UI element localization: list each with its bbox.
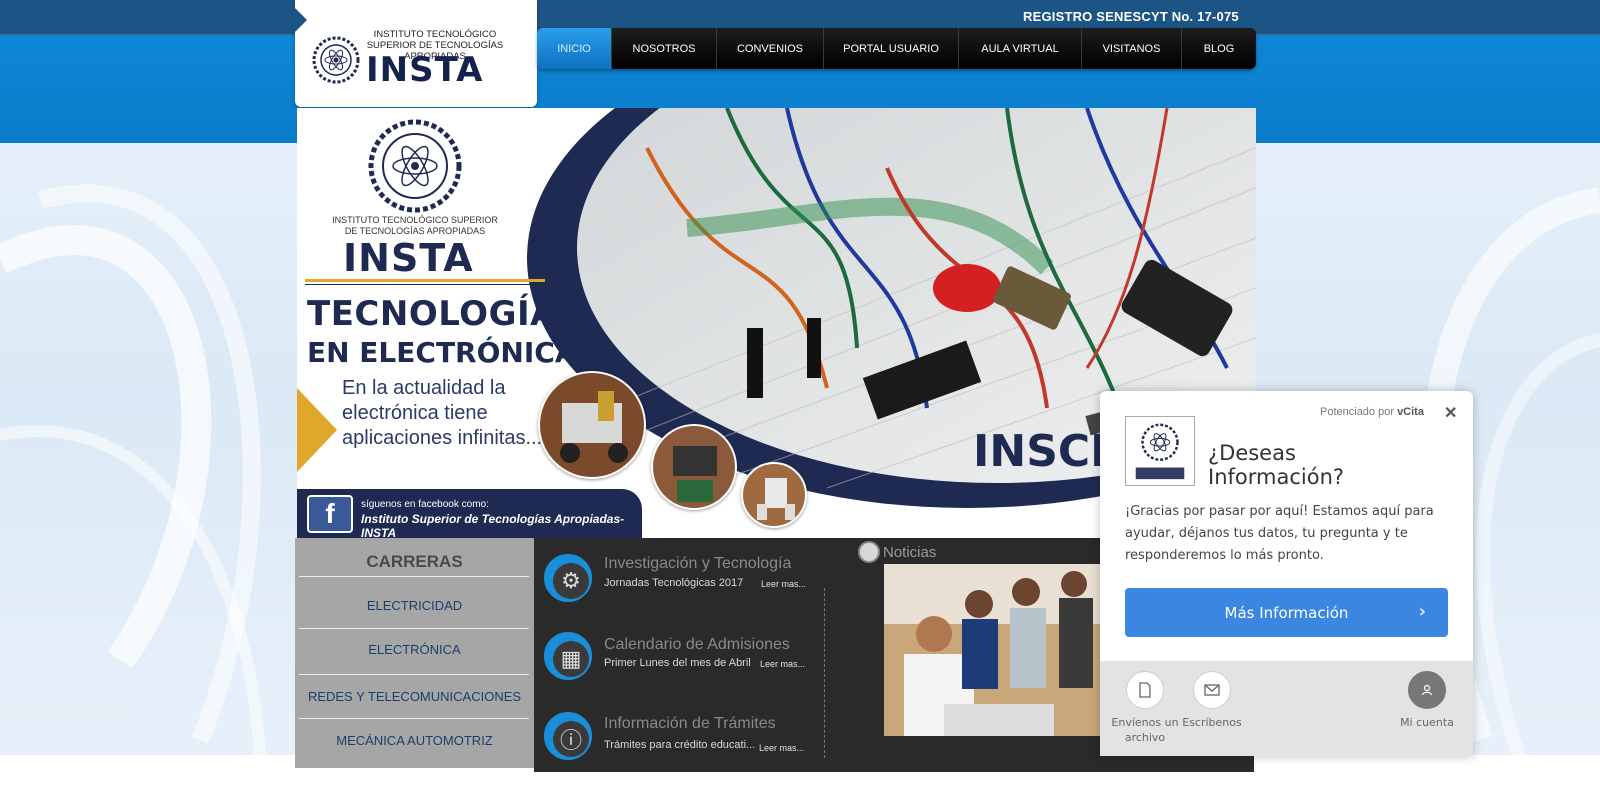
news-title[interactable]: Calendario de Admisiones xyxy=(604,636,790,654)
nav-item-blog[interactable]: BLOG xyxy=(1182,28,1256,69)
main-nav: INICIO NOSOTROS CONVENIOS PORTAL USUARIO… xyxy=(537,28,1256,69)
hero-title-2: EN ELECTRÓNICA xyxy=(307,336,577,369)
carreras-divider xyxy=(299,628,529,629)
carreras-divider xyxy=(299,718,529,719)
logo-flag xyxy=(293,6,307,34)
powered-brand: vCita xyxy=(1397,406,1424,418)
news-subtitle: Trámites para crédito educati... xyxy=(604,739,756,751)
powered-prefix: Potenciado por xyxy=(1320,406,1394,418)
hero-arrow-icon xyxy=(297,388,337,472)
vcita-widget: Potenciado por vCita ✕ ¿Deseas Informaci… xyxy=(1100,391,1473,756)
news-item[interactable]: ⚙ Investigación y Tecnología Jornadas Te… xyxy=(534,552,824,612)
hero-name: INSTA xyxy=(343,236,474,280)
robot-photo-3 xyxy=(741,462,807,528)
more-info-button[interactable]: Más Información › xyxy=(1125,588,1448,637)
news-subtitle: Jornadas Tecnológicas 2017 xyxy=(604,577,744,589)
rss-icon[interactable] xyxy=(858,541,880,563)
gear-icon: ⚙ xyxy=(544,554,592,602)
vcita-message: ¡Gracias por pasar por aquí! Estamos aqu… xyxy=(1125,504,1434,563)
nav-item-visitanos[interactable]: VISITANOS xyxy=(1082,28,1182,69)
calendar-icon: ▦ xyxy=(544,632,592,680)
chevron-right-icon: › xyxy=(1418,601,1426,622)
news-title[interactable]: Información de Trámites xyxy=(604,715,776,733)
robot-photo-1 xyxy=(538,371,646,479)
news-item[interactable]: ▦ Calendario de Admisiones Primer Lunes … xyxy=(534,632,824,692)
hero-title-1: TECNOLOGÍA xyxy=(307,294,557,334)
registro-text: REGISTRO SENESCYT No. 17-075 xyxy=(1023,9,1239,24)
nav-item-inicio[interactable]: INICIO xyxy=(537,28,612,69)
read-more-link[interactable]: Leer mas... xyxy=(760,659,805,669)
news-item[interactable]: ⓘ Información de Trámites Trámites para … xyxy=(534,712,824,772)
read-more-link[interactable]: Leer mas... xyxy=(759,743,804,753)
write-label[interactable]: Escríbenos xyxy=(1180,715,1244,730)
carrera-redes[interactable]: REDES Y TELECOMUNICACIONES xyxy=(295,689,534,704)
carreras-title: CARRERAS xyxy=(366,552,463,571)
file-icon[interactable] xyxy=(1126,671,1164,709)
facebook-caption: síguenos en facebook como: xyxy=(361,499,489,510)
carreras-divider xyxy=(299,576,529,577)
vcita-title: ¿Deseas Información? xyxy=(1208,441,1345,489)
account-label[interactable]: Mi cuenta xyxy=(1394,715,1460,730)
nav-item-portal-usuario[interactable]: PORTAL USUARIO xyxy=(824,28,959,69)
news-subtitle: Primer Lunes del mes de Abril xyxy=(604,657,751,669)
info-icon: ⓘ xyxy=(544,712,592,760)
vcita-powered-by: Potenciado por vCita xyxy=(1320,406,1424,418)
facebook-icon[interactable]: f xyxy=(307,495,353,533)
vcita-footer: Envíenos un archivo Escríbenos Mi cuenta xyxy=(1100,661,1473,756)
noticias-photo[interactable] xyxy=(884,564,1104,736)
read-more-link[interactable]: Leer mas... xyxy=(761,579,806,589)
carrera-mecanica[interactable]: MECÁNICA AUTOMOTRIZ xyxy=(295,733,534,748)
vcita-logo xyxy=(1125,416,1195,486)
hero-subtitle: INSTITUTO TECNOLÓGICO SUPERIOR DE TECNOL… xyxy=(332,215,498,236)
carreras-panel: CARRERAS ELECTRICIDAD ELECTRÓNICA REDES … xyxy=(295,538,534,768)
hero-seal-icon xyxy=(368,119,462,213)
robot-photo-2 xyxy=(651,424,737,510)
nav-item-nosotros[interactable]: NOSOTROS xyxy=(612,28,717,69)
hero-divider-navy xyxy=(305,284,545,285)
send-file-label[interactable]: Envíenos un archivo xyxy=(1110,715,1180,745)
news-title[interactable]: Investigación y Tecnología xyxy=(604,555,791,573)
hero-left-panel: INSTITUTO TECNOLÓGICO SUPERIOR DE TECNOL… xyxy=(297,108,597,538)
hero-description: En la actualidad la electrónica tiene ap… xyxy=(342,377,543,449)
carrera-electronica[interactable]: ELECTRÓNICA xyxy=(295,642,534,657)
facebook-bar[interactable]: f síguenos en facebook como: Instituto S… xyxy=(297,489,642,538)
carrera-electricidad[interactable]: ELECTRICIDAD xyxy=(295,598,534,613)
close-icon[interactable]: ✕ xyxy=(1444,403,1457,423)
user-icon[interactable] xyxy=(1408,671,1446,709)
facebook-page-name[interactable]: Instituto Superior de Tecnologías Apropi… xyxy=(361,512,642,538)
hero-divider-gold xyxy=(305,279,545,282)
mail-icon[interactable] xyxy=(1193,671,1231,709)
noticias-label: Noticias xyxy=(883,544,937,561)
nav-item-convenios[interactable]: CONVENIOS xyxy=(717,28,824,69)
more-info-label: Más Información xyxy=(1224,603,1349,622)
nav-item-aula-virtual[interactable]: AULA VIRTUAL xyxy=(959,28,1082,69)
carreras-divider xyxy=(299,674,529,675)
logo-name: INSTA xyxy=(366,50,484,90)
news-divider xyxy=(824,588,825,758)
